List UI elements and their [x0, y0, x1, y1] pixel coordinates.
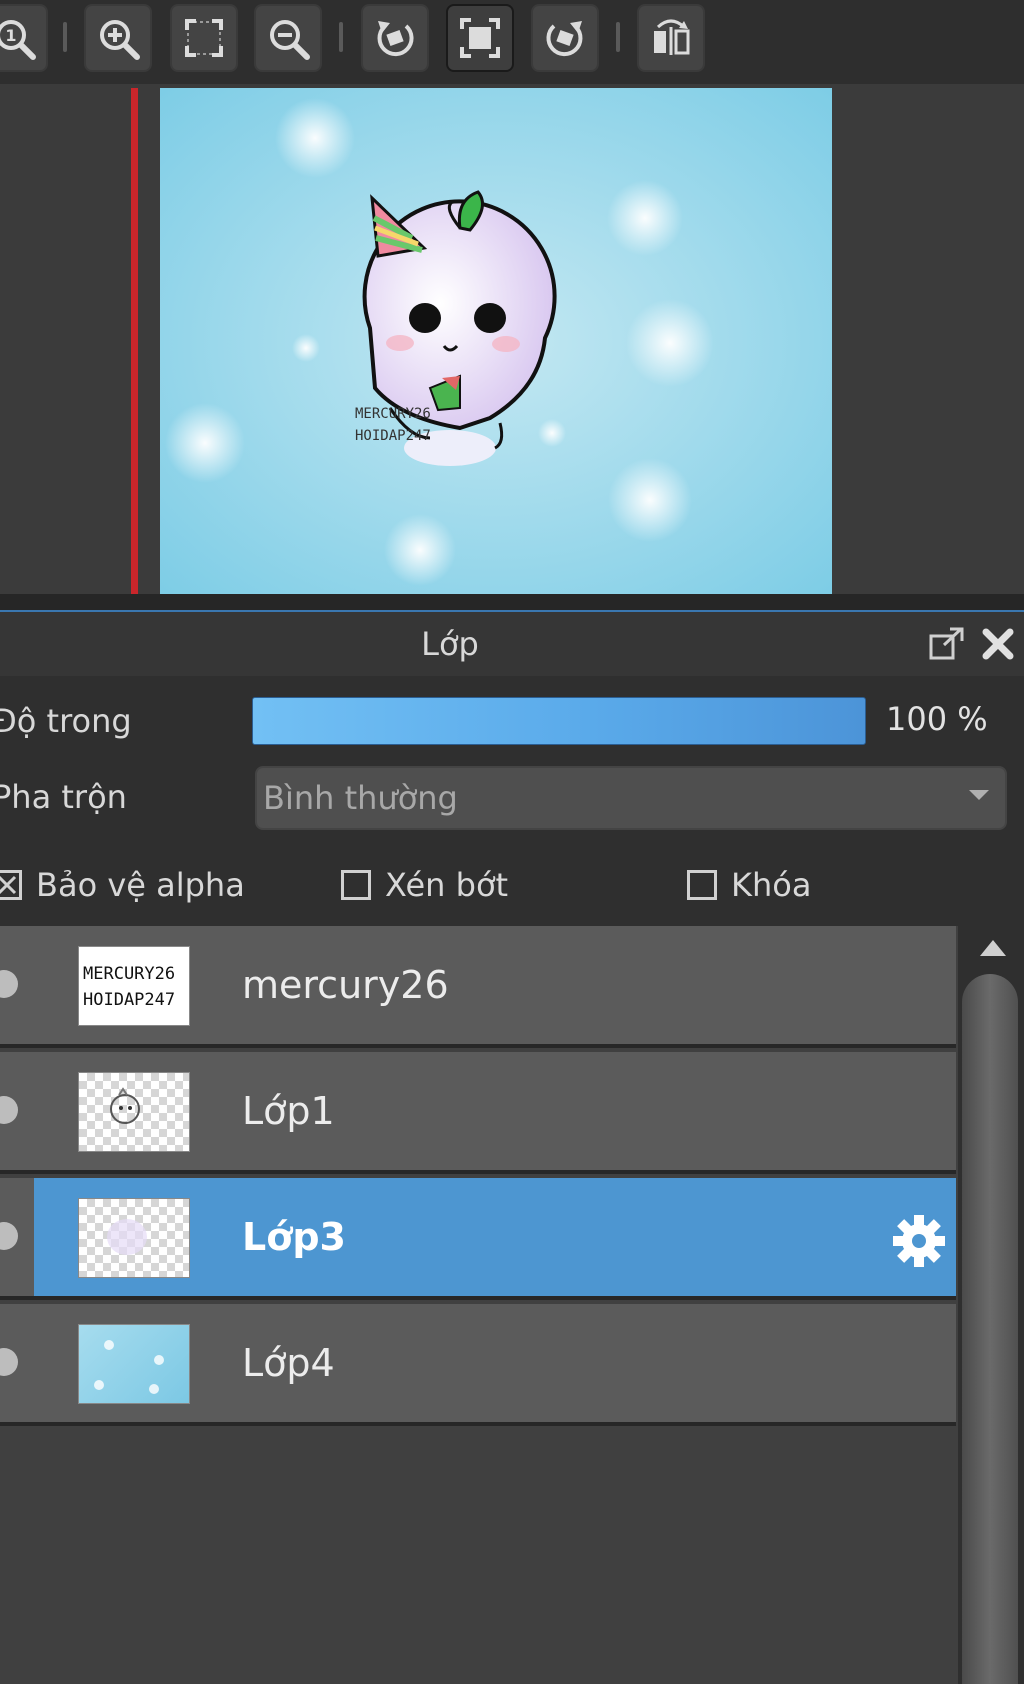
layer-thumbnail: MERCURY26 HOIDAP247	[78, 946, 190, 1026]
scroll-up-arrow-icon[interactable]	[980, 940, 1006, 956]
clipping-checkbox[interactable]: Xén bớt	[341, 866, 508, 904]
visibility-toggle-icon[interactable]	[0, 1348, 18, 1376]
protect-alpha-checkbox[interactable]: Bảo vệ alpha	[0, 866, 245, 904]
zoom-out-icon	[270, 20, 310, 60]
toolbar-separator	[63, 22, 67, 52]
layer-name: mercury26	[242, 963, 449, 1007]
zoom-in-icon	[100, 20, 140, 60]
toolbar-separator	[339, 22, 343, 52]
layer-row-lop1[interactable]: Lớp1	[0, 1052, 956, 1174]
visibility-toggle-icon[interactable]	[0, 1096, 18, 1124]
full-screen-icon	[460, 18, 500, 58]
layer-row-lop3[interactable]: Lớp3	[34, 1178, 956, 1300]
detach-panel-icon[interactable]	[928, 626, 966, 662]
flip-horizontal-button[interactable]	[637, 4, 705, 72]
full-screen-button[interactable]	[446, 4, 514, 72]
artwork-canvas[interactable]: MERCURY26 HOIDAP247	[160, 88, 832, 594]
layer-row-gutter	[0, 1178, 34, 1300]
layer-row-lop4[interactable]: Lớp4	[0, 1304, 956, 1426]
opacity-slider[interactable]	[252, 697, 866, 745]
rotate-left-icon	[377, 21, 414, 57]
layer-name: Lớp1	[242, 1089, 335, 1133]
layer-panel-header: Lớp	[0, 612, 1024, 676]
layer-thumbnail	[78, 1072, 190, 1152]
artwork-signature-line2: HOIDAP247	[355, 428, 431, 444]
zoom-actual-size-icon: 1	[0, 20, 36, 60]
layer-name: Lớp3	[242, 1215, 346, 1259]
layer-name: Lớp4	[242, 1341, 335, 1385]
checkbox-checked-icon	[0, 870, 22, 900]
zoom-actual-size-button[interactable]: 1	[0, 4, 48, 72]
layer-settings-gear-icon[interactable]	[890, 1212, 948, 1270]
checkbox-unchecked-icon	[687, 870, 717, 900]
opacity-label: Độ trong	[0, 702, 132, 740]
flip-horizontal-icon	[654, 19, 690, 55]
artwork-signature-line1: MERCURY26	[355, 406, 431, 422]
canvas-toolbar: 1	[0, 0, 1024, 84]
dropdown-arrow-icon	[969, 790, 989, 800]
layer-panel: Lớp Độ trong 100 % Pha trộn Bình thường …	[0, 612, 1024, 1684]
rotate-right-icon	[546, 21, 583, 57]
panel-title: Lớp	[421, 625, 479, 663]
opacity-slider-fill	[253, 698, 865, 744]
visibility-toggle-icon[interactable]	[0, 970, 18, 998]
thumbnail-text-line1: MERCURY26	[83, 964, 175, 984]
clipping-label: Xén bớt	[385, 866, 509, 904]
fit-to-window-icon	[185, 19, 223, 57]
layer-list: MERCURY26 HOIDAP247 mercury26 Lớp1 Lớp3 …	[0, 926, 958, 1684]
rotate-left-button[interactable]	[361, 4, 429, 72]
checkbox-unchecked-icon	[341, 870, 371, 900]
blend-mode-label: Pha trộn	[0, 778, 127, 816]
fit-to-window-button[interactable]	[170, 4, 238, 72]
lock-checkbox[interactable]: Khóa	[687, 866, 811, 904]
opacity-value: 100 %	[886, 700, 988, 738]
layer-thumbnail	[78, 1324, 190, 1404]
scrollbar-thumb[interactable]	[962, 974, 1018, 1684]
lock-label: Khóa	[731, 866, 812, 904]
blend-mode-dropdown[interactable]: Bình thường	[255, 766, 1007, 830]
svg-text:1: 1	[5, 26, 16, 45]
canvas-guide-left	[131, 88, 138, 594]
visibility-toggle-icon[interactable]	[0, 1222, 18, 1250]
artwork-image: MERCURY26 HOIDAP247	[160, 88, 832, 594]
toolbar-separator	[616, 22, 620, 52]
close-panel-icon[interactable]	[980, 626, 1016, 662]
zoom-in-button[interactable]	[84, 4, 152, 72]
blend-mode-value: Bình thường	[263, 779, 458, 817]
zoom-out-button[interactable]	[254, 4, 322, 72]
layer-row-mercury26[interactable]: MERCURY26 HOIDAP247 mercury26	[0, 926, 956, 1048]
rotate-right-button[interactable]	[531, 4, 599, 72]
protect-alpha-label: Bảo vệ alpha	[36, 866, 245, 904]
layer-list-scrollbar[interactable]	[958, 926, 1024, 1684]
layer-thumbnail	[78, 1198, 190, 1278]
thumbnail-text-line2: HOIDAP247	[83, 990, 175, 1010]
